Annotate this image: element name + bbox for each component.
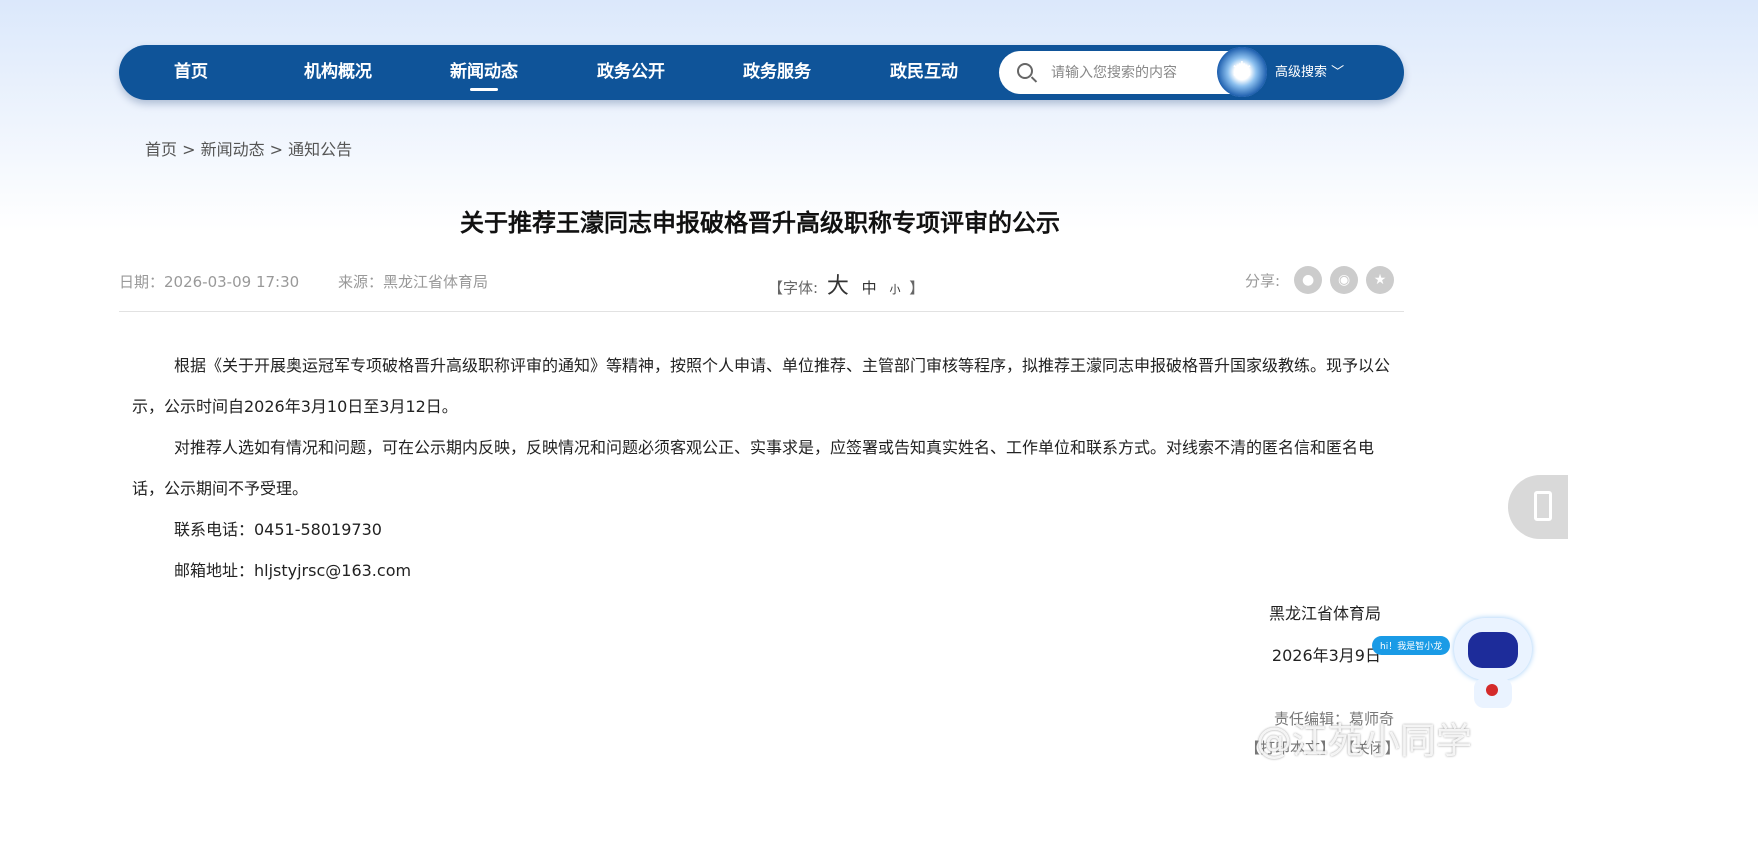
signature-date: 2026年3月9日 (1271, 646, 1381, 665)
font-medium-button[interactable]: 中 (862, 279, 877, 297)
paragraph: 对推荐人选如有情况和问题，可在公示期内反映，反映情况和问题必须客观公正、实事求是… (132, 438, 1375, 498)
search-box (999, 51, 1244, 94)
robot-badge (1486, 684, 1498, 696)
font-large-button[interactable]: 大 (827, 274, 849, 299)
advanced-search-label: 高级搜索 (1275, 65, 1328, 80)
breadcrumb[interactable]: 首页 > 新闻动态 > 通知公告 (145, 136, 352, 160)
nav-news[interactable]: 新闻动态 (424, 45, 544, 100)
font-label: 【字体: (768, 279, 819, 297)
nav-home[interactable]: 首页 (131, 45, 251, 100)
wechat-icon[interactable]: ● (1294, 266, 1323, 294)
assistant-bubble[interactable]: hi！我是智小龙 (1372, 636, 1451, 655)
editor: 责任编辑：葛师奇 (1274, 710, 1395, 728)
search-input[interactable] (1051, 51, 1226, 94)
favorite-star-icon[interactable]: ★ (1366, 266, 1395, 294)
robot-head (1454, 618, 1532, 680)
contact-phone: 联系电话：0451-58019730 (174, 520, 382, 539)
paragraph: 根据《关于开展奥运冠军专项破格晋升高级职称评审的通知》等精神，按照个人申请、单位… (132, 356, 1391, 416)
nav-affairs[interactable]: 政务公开 (571, 45, 691, 100)
share-bar: 分享: ● ◉ ★ (1245, 266, 1395, 294)
signature-org: 黑龙江省体育局 (1268, 604, 1381, 623)
phone-icon (1534, 491, 1552, 521)
nav-interaction[interactable]: 政民互动 (864, 45, 984, 100)
snowflake-logo-icon: ❄ (1217, 47, 1267, 97)
font-label-close: 】 (909, 279, 925, 297)
robot-face (1468, 632, 1518, 668)
weibo-icon[interactable]: ◉ (1330, 266, 1359, 294)
assistant-robot-icon[interactable] (1448, 600, 1538, 710)
contact-email: 邮箱地址：hljstyjrsc@163.com (174, 561, 412, 580)
close-link[interactable]: 【关闭】 (1340, 739, 1400, 757)
article-source: 来源：黑龙江省体育局 (337, 273, 488, 291)
main-nav: 首页 机构概况 新闻动态 政务公开 政务服务 政民互动 ❄ 高级搜索 ﹀ (119, 45, 1404, 100)
mobile-version-button[interactable] (1508, 475, 1568, 539)
article-title: 关于推荐王濛同志申报破格晋升高级职称专项评审的公示 (460, 209, 1060, 237)
print-link[interactable]: 【打印本文】 (1245, 739, 1335, 757)
divider (119, 311, 1404, 312)
article-actions: 【打印本文】 【关闭】 (1245, 737, 1400, 758)
font-small-button[interactable]: 小 (889, 283, 900, 296)
nav-about[interactable]: 机构概况 (278, 45, 398, 100)
share-label: 分享: (1245, 271, 1281, 290)
article-meta: 日期：2026-03-09 17:30 来源：黑龙江省体育局 (119, 271, 488, 292)
advanced-search-button[interactable]: 高级搜索 ﹀ (1275, 45, 1344, 100)
article-body: 根据《关于开展奥运冠军专项破格晋升高级职称评审的通知》等精神，按照个人申请、单位… (132, 345, 1404, 591)
font-size-controls: 【字体: 大 中 小 】 (768, 268, 924, 300)
search-icon[interactable] (1017, 63, 1033, 79)
nav-services[interactable]: 政务服务 (717, 45, 837, 100)
article-date: 日期：2026-03-09 17:30 (119, 273, 300, 291)
